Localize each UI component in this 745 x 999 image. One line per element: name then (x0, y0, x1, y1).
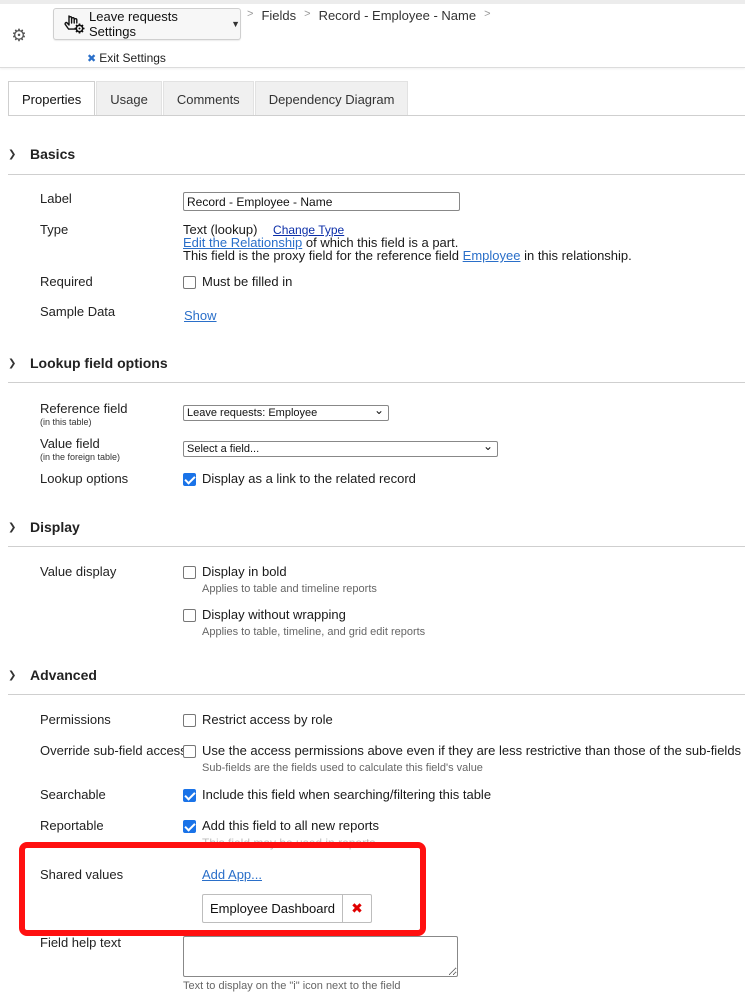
permissions-label: Permissions (40, 712, 111, 727)
section-advanced-title: Advanced (30, 667, 97, 683)
chevron-down-icon: ❯ (8, 148, 17, 160)
tab-divider (8, 115, 745, 116)
hand-gear-icon (64, 13, 86, 35)
section-lookup-header[interactable]: ❯ Lookup field options (8, 355, 168, 371)
settings-button-label: Leave requests Settings (89, 9, 178, 39)
tab-dependency-diagram[interactable]: Dependency Diagram (254, 81, 409, 116)
value-field-label-text: Value field (40, 436, 100, 451)
value-field-sublabel: (in the foreign table) (40, 452, 121, 462)
exit-settings-label: Exit Settings (99, 51, 166, 65)
tab-properties[interactable]: Properties (8, 81, 96, 116)
section-divider (8, 174, 745, 175)
section-display-header[interactable]: ❯ Display (8, 519, 80, 535)
breadcrumb-separator-icon: > (484, 8, 491, 20)
chevron-down-icon: ❯ (8, 669, 17, 681)
type-field-label: Type (40, 222, 69, 237)
breadcrumb-fields[interactable]: Fields (261, 8, 296, 23)
reference-field-sublabel: (in this table) (40, 417, 92, 427)
sample-data-label: Sample Data (40, 304, 116, 319)
leave-requests-settings-button[interactable]: Leave requests Settings ▼ (53, 8, 241, 40)
tab-bar: Properties Usage Comments Dependency Dia… (8, 81, 409, 116)
override-subfield-note: Sub-fields are the fields used to calcul… (202, 762, 483, 774)
section-divider (8, 546, 745, 547)
reference-field-select[interactable]: Leave requests: Employee (183, 403, 389, 421)
sample-data-show-link[interactable]: Show (184, 308, 217, 323)
override-subfield-checkbox[interactable] (183, 745, 196, 758)
tab-usage[interactable]: Usage (96, 81, 162, 116)
value-field-select[interactable]: Select a field... (183, 439, 498, 457)
display-bold-checkbox[interactable] (183, 566, 196, 579)
proxy-line: This field is the proxy field for the re… (183, 248, 632, 263)
section-divider (8, 382, 745, 383)
field-help-textarea[interactable] (183, 936, 458, 977)
proxy-suffix: in this relationship. (524, 248, 632, 263)
caret-down-icon: ▼ (231, 19, 240, 29)
section-divider (8, 694, 745, 695)
display-bold-label: Display in bold (202, 564, 287, 579)
label-input[interactable] (183, 192, 460, 211)
restrict-access-label: Restrict access by role (202, 712, 333, 727)
breadcrumb: > Fields > Record - Employee - Name > (247, 8, 491, 23)
value-field-label: Value field (in the foreign table) (40, 436, 120, 462)
required-checkbox[interactable] (183, 276, 196, 289)
section-display-title: Display (30, 519, 80, 535)
required-field-label: Required (40, 274, 93, 289)
breadcrumb-separator-icon: > (304, 8, 311, 20)
display-as-link-label: Display as a link to the related record (202, 471, 416, 486)
section-basics-header[interactable]: ❯ Basics (8, 146, 75, 162)
exit-settings-link[interactable]: ✖ Exit Settings (87, 51, 166, 65)
gear-icon[interactable]: ⚙ (10, 27, 28, 45)
section-advanced-header[interactable]: ❯ Advanced (8, 667, 97, 683)
display-nowrap-checkbox[interactable] (183, 609, 196, 622)
display-nowrap-label: Display without wrapping (202, 607, 346, 622)
employee-link[interactable]: Employee (463, 248, 521, 263)
display-bold-note: Applies to table and timeline reports (202, 583, 377, 595)
reportable-checkbox[interactable] (183, 820, 196, 833)
override-subfield-cb-label: Use the access permissions above even if… (202, 743, 742, 758)
breadcrumb-current-field[interactable]: Record - Employee - Name (319, 8, 477, 23)
searchable-checkbox[interactable] (183, 789, 196, 802)
reportable-cb-label: Add this field to all new reports (202, 818, 380, 833)
override-subfield-label: Override sub-field access (40, 743, 187, 758)
section-lookup-title: Lookup field options (30, 355, 168, 371)
close-icon: ✖ (87, 53, 97, 65)
lookup-options-label: Lookup options (40, 471, 129, 486)
section-basics-title: Basics (30, 146, 76, 162)
reportable-label: Reportable (40, 818, 104, 833)
tab-comments[interactable]: Comments (162, 81, 254, 116)
field-help-note: Text to display on the "i" icon next to … (183, 980, 401, 992)
display-nowrap-note: Applies to table, timeline, and grid edi… (202, 626, 426, 638)
proxy-prefix: This field is the proxy field for the re… (183, 248, 460, 263)
value-display-label: Value display (40, 564, 117, 579)
field-help-text-label: Field help text (40, 935, 121, 950)
highlight-box (19, 842, 426, 936)
restrict-access-checkbox[interactable] (183, 714, 196, 727)
label-field-label: Label (40, 191, 72, 206)
chevron-down-icon: ❯ (8, 521, 17, 533)
reference-field-label: Reference field (in this table) (40, 401, 127, 427)
searchable-cb-label: Include this field when searching/filter… (202, 787, 492, 802)
breadcrumb-separator-icon: > (247, 8, 254, 20)
chevron-down-icon: ❯ (8, 357, 17, 369)
reference-field-label-text: Reference field (40, 401, 128, 416)
required-checkbox-label: Must be filled in (202, 274, 293, 289)
display-as-link-checkbox[interactable] (183, 473, 196, 486)
searchable-label: Searchable (40, 787, 106, 802)
